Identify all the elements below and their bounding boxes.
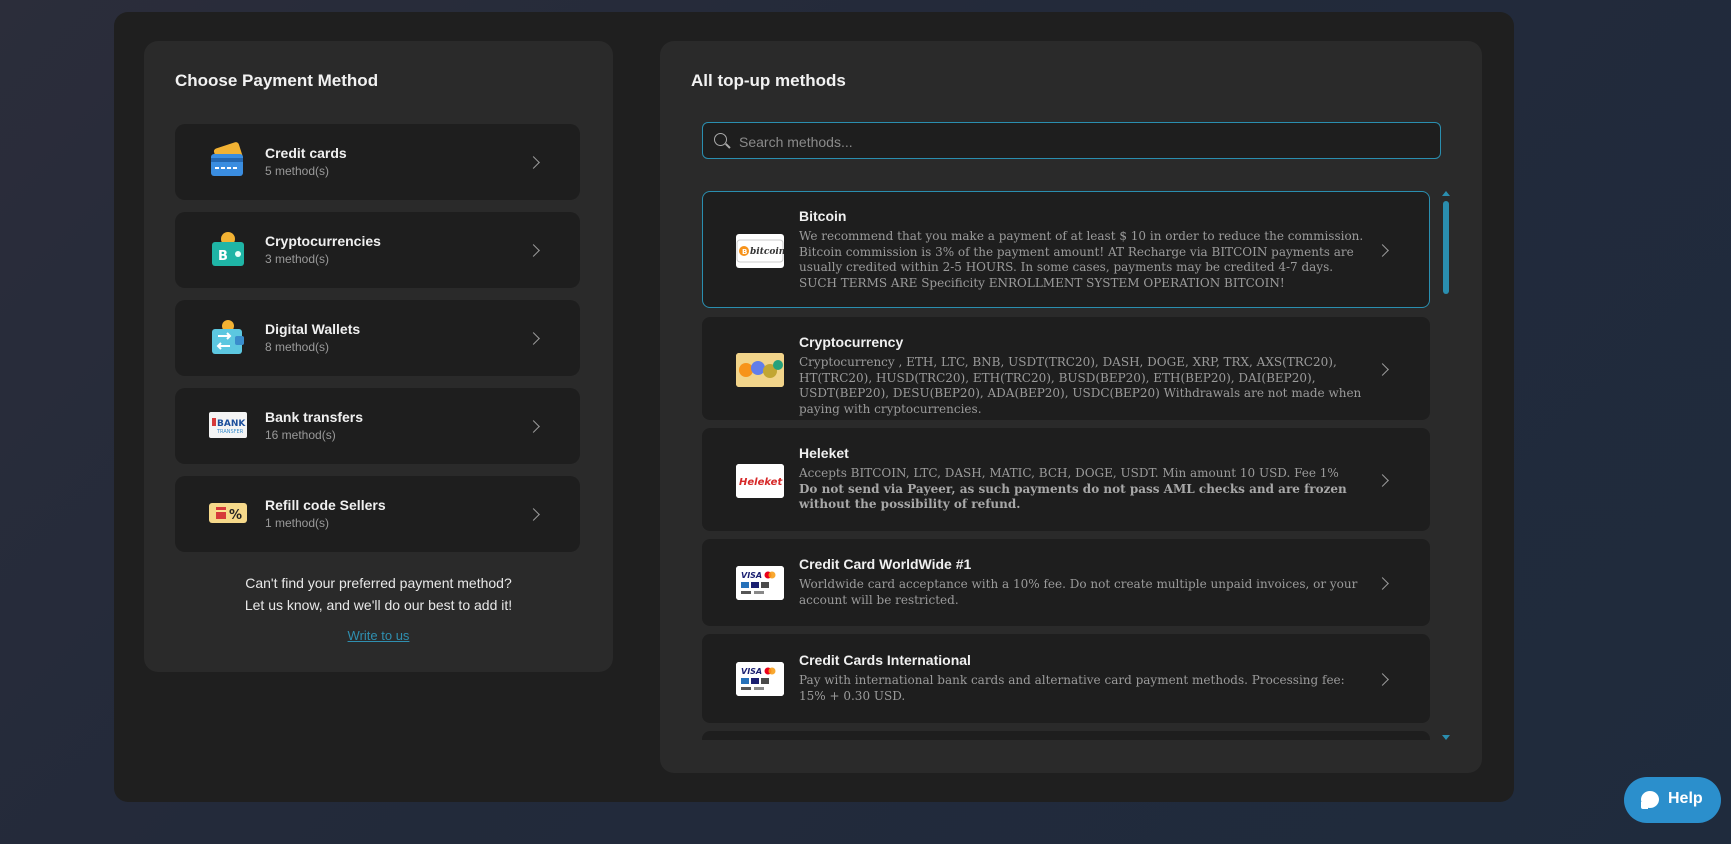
method-description: Accepts BITCOIN, LTC, DASH, MATIC, BCH, …	[799, 466, 1364, 513]
category-name: Credit cards	[265, 145, 347, 161]
chevron-right-icon	[527, 156, 540, 169]
scrollbar-thumb[interactable]	[1443, 201, 1449, 294]
method-name: Heleket	[799, 445, 849, 461]
svg-text:%: %	[229, 508, 242, 523]
heleket-logo: Heleket	[736, 464, 784, 498]
methods-list[interactable]: B bitcoin Bitcoin We recommend that you …	[702, 191, 1442, 740]
chevron-right-icon	[527, 332, 540, 345]
method-description: We recommend that you make a payment of …	[799, 229, 1364, 290]
missing-method-note: Can't find your preferred payment method…	[144, 572, 613, 616]
chat-bubble-icon	[1641, 791, 1659, 809]
panel-title: Choose Payment Method	[175, 71, 379, 90]
help-button-label: Help	[1668, 790, 1703, 807]
category-count: 16 method(s)	[265, 428, 336, 442]
chevron-right-icon	[527, 420, 540, 433]
digital-wallet-icon	[212, 320, 244, 354]
method-description: Pay with international bank cards and al…	[799, 673, 1345, 703]
method-name: Bitcoin	[799, 208, 847, 224]
bank-transfer-icon: BANK TRANSFER	[209, 412, 247, 438]
category-name: Bank transfers	[265, 409, 364, 425]
crypto-wallet-icon: B	[212, 232, 244, 266]
category-name: Cryptocurrencies	[265, 233, 381, 249]
method-description-main: Accepts BITCOIN, LTC, DASH, MATIC, BCH, …	[799, 466, 1339, 480]
write-to-us-link[interactable]: Write to us	[144, 628, 613, 643]
method-name: Credit Card WorldWide #1	[799, 556, 972, 572]
category-count: 5 method(s)	[265, 164, 330, 178]
category-count: 8 method(s)	[265, 340, 330, 354]
category-refill-code-sellers[interactable]: % Refill code Sellers 1 method(s)	[175, 476, 580, 552]
category-name: Refill code Sellers	[265, 497, 386, 513]
svg-text:VISA: VISA	[741, 571, 762, 580]
search-icon	[714, 133, 727, 146]
chevron-right-icon	[1376, 673, 1389, 686]
help-button[interactable]: Help	[1624, 777, 1721, 823]
search-box[interactable]	[702, 122, 1441, 160]
method-partial[interactable]	[702, 731, 1430, 740]
methods-scrollbar[interactable]	[1442, 191, 1450, 740]
card-brands-logo: VISA	[736, 566, 784, 600]
svg-text:B: B	[742, 248, 747, 256]
method-name: Cryptocurrency	[799, 334, 904, 350]
payment-category-panel: Choose Payment Method Credit cards 5 met…	[144, 41, 613, 672]
svg-text:TRANSFER: TRANSFER	[216, 429, 244, 435]
chevron-right-icon	[527, 508, 540, 521]
card-brands-logo: VISA	[736, 662, 784, 696]
svg-text:BANK: BANK	[217, 419, 246, 429]
category-count: 1 method(s)	[265, 516, 330, 530]
category-credit-cards[interactable]: Credit cards 5 method(s)	[175, 124, 580, 200]
chevron-right-icon	[527, 244, 540, 257]
chevron-right-icon	[1376, 244, 1389, 257]
category-bank-transfers[interactable]: BANK TRANSFER Bank transfers 16 method(s…	[175, 388, 580, 464]
method-credit-cards-international[interactable]: VISA Credit Cards International Pay with…	[702, 634, 1430, 723]
chevron-right-icon	[1376, 363, 1389, 376]
payment-frame: Choose Payment Method Credit cards 5 met…	[114, 12, 1514, 802]
chevron-right-icon	[1376, 577, 1389, 590]
method-heleket[interactable]: Heleket Heleket Accepts BITCOIN, LTC, DA…	[702, 428, 1430, 531]
category-count: 3 method(s)	[265, 252, 330, 266]
top-up-methods-panel: All top-up methods B bitcoin Bitcoin We …	[660, 41, 1482, 773]
method-name: Credit Cards International	[799, 652, 971, 668]
chevron-right-icon	[1376, 474, 1389, 487]
scroll-up-arrow-icon[interactable]	[1442, 191, 1450, 196]
cryptocurrency-logo	[736, 353, 784, 387]
credit-card-icon	[211, 142, 243, 176]
missing-method-line1: Can't find your preferred payment method…	[245, 575, 512, 591]
method-cryptocurrency[interactable]: Cryptocurrency Cryptocurrency , ETH, LTC…	[702, 317, 1430, 420]
svg-text:B: B	[218, 249, 228, 264]
category-name: Digital Wallets	[265, 321, 361, 337]
missing-method-line2: Let us know, and we'll do our best to ad…	[244, 597, 513, 613]
panel-title: All top-up methods	[691, 71, 846, 90]
bitcoin-logo: B bitcoin	[736, 234, 784, 268]
search-input[interactable]	[737, 123, 1431, 160]
category-digital-wallets[interactable]: Digital Wallets 8 method(s)	[175, 300, 580, 376]
method-description: Worldwide card acceptance with a 10% fee…	[799, 577, 1358, 607]
category-cryptocurrencies[interactable]: B Cryptocurrencies 3 method(s)	[175, 212, 580, 288]
bitcoin-logo-text: bitcoin	[750, 247, 784, 257]
svg-text:VISA: VISA	[741, 667, 762, 676]
refill-code-icon: %	[209, 503, 247, 523]
method-description-warning: Do not send via Payeer, as such payments…	[799, 481, 1347, 512]
method-bitcoin[interactable]: B bitcoin Bitcoin We recommend that you …	[702, 191, 1430, 308]
method-credit-card-worldwide-1[interactable]: VISA Credit Card WorldWide #1 Worldwide …	[702, 539, 1430, 626]
method-description: Cryptocurrency , ETH, LTC, BNB, USDT(TRC…	[799, 355, 1362, 416]
scroll-down-arrow-icon[interactable]	[1442, 735, 1450, 740]
heleket-logo-text: Heleket	[739, 477, 783, 488]
